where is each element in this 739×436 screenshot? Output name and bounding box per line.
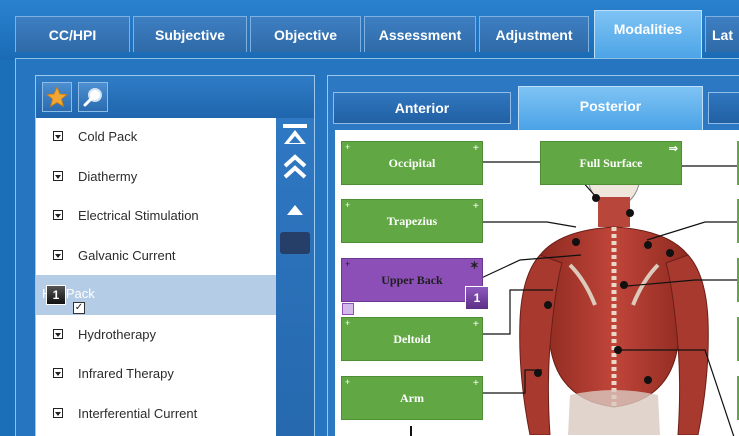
add-icon: + bbox=[345, 200, 351, 210]
list-item-hydrotherapy[interactable]: Hydrotherapy bbox=[36, 316, 276, 356]
add-icon: + bbox=[345, 318, 351, 328]
tab-anterior[interactable]: Anterior bbox=[333, 92, 511, 124]
region-label: Occipital bbox=[388, 155, 436, 170]
scroll-thumb[interactable] bbox=[280, 232, 310, 254]
region-label: Trapezius bbox=[386, 213, 438, 228]
scroll-up-icon[interactable] bbox=[286, 204, 304, 216]
arrow-right-icon: ⇒ bbox=[668, 143, 678, 155]
list-item-diathermy[interactable]: Diathermy bbox=[36, 158, 276, 198]
list-item-label: Cold Pack bbox=[78, 129, 138, 144]
tab-lat[interactable]: Lat bbox=[705, 16, 739, 52]
scroll-to-top-icon[interactable] bbox=[282, 124, 308, 146]
add-icon: + bbox=[472, 377, 479, 389]
expand-icon[interactable] bbox=[53, 250, 63, 260]
tab-modalities[interactable]: Modalities bbox=[594, 10, 702, 60]
region-label: Deltoid bbox=[393, 331, 431, 346]
modalities-list-panel: Cold Pack Diathermy Electrical Stimulati… bbox=[35, 75, 315, 436]
expand-icon[interactable] bbox=[53, 329, 63, 339]
list-item-electrical-stimulation[interactable]: Electrical Stimulation bbox=[36, 197, 276, 237]
add-icon: + bbox=[345, 259, 351, 269]
search-button[interactable] bbox=[78, 82, 108, 112]
list-item-label: Electrical Stimulation bbox=[78, 208, 199, 223]
list-item-label: Interferential Current bbox=[78, 406, 198, 421]
list-item-label: Galvanic Current bbox=[78, 248, 176, 263]
selected-checkbox[interactable]: ✓ bbox=[73, 302, 85, 314]
region-trapezius[interactable]: + + Trapezius bbox=[341, 199, 483, 243]
tab-adjustment[interactable]: Adjustment bbox=[479, 16, 589, 52]
list-item-label: Hydrotherapy bbox=[78, 327, 157, 342]
region-full-surface[interactable]: ⇒ Full Surface bbox=[540, 141, 682, 185]
page-up-icon[interactable] bbox=[282, 154, 308, 180]
list-item-hot-pack[interactable]: Hot Pack bbox=[36, 275, 276, 315]
region-arm[interactable]: + + Arm bbox=[341, 376, 483, 420]
add-icon: + bbox=[345, 377, 351, 387]
list-header bbox=[36, 76, 314, 118]
search-icon bbox=[83, 88, 102, 107]
region-label: Full Surface bbox=[579, 155, 643, 170]
region-label: Upper Back bbox=[381, 272, 443, 287]
list-item-label: Infrared Therapy bbox=[78, 366, 174, 381]
list-item-label: Diathermy bbox=[78, 169, 138, 184]
selected-count-badge: 1 bbox=[46, 285, 66, 305]
region-upper-back[interactable]: + ✶ Upper Back bbox=[341, 258, 483, 315]
add-icon: + bbox=[472, 318, 479, 330]
region-checkbox[interactable] bbox=[342, 303, 354, 315]
top-tab-bar: CC/HPI Subjective Objective Assessment A… bbox=[0, 0, 739, 60]
list-item-interferential-current[interactable]: Interferential Current bbox=[36, 395, 276, 435]
tab-assessment[interactable]: Assessment bbox=[364, 16, 476, 52]
list-scrollbar[interactable] bbox=[276, 118, 314, 436]
star-icon: ✶ bbox=[469, 260, 479, 272]
tab-more[interactable] bbox=[708, 92, 739, 124]
region-label: Arm bbox=[400, 390, 424, 405]
expand-icon[interactable] bbox=[53, 171, 63, 181]
region-occipital[interactable]: + + Occipital bbox=[341, 141, 483, 185]
favorites-button[interactable] bbox=[42, 82, 72, 112]
tab-subjective[interactable]: Subjective bbox=[133, 16, 247, 52]
tab-posterior[interactable]: Posterior bbox=[518, 86, 703, 131]
list-item-infrared-therapy[interactable]: Infrared Therapy bbox=[36, 355, 276, 395]
expand-icon[interactable] bbox=[53, 210, 63, 220]
list-item-cold-pack[interactable]: Cold Pack bbox=[36, 118, 276, 158]
upper-back-count-badge: 1 bbox=[465, 286, 489, 310]
tab-objective[interactable]: Objective bbox=[250, 16, 361, 52]
list-item-galvanic-current[interactable]: Galvanic Current bbox=[36, 237, 276, 277]
add-icon: + bbox=[345, 142, 351, 152]
star-icon bbox=[45, 85, 69, 108]
expand-icon[interactable] bbox=[53, 408, 63, 418]
expand-icon[interactable] bbox=[53, 131, 63, 141]
tab-cc-hpi[interactable]: CC/HPI bbox=[15, 16, 130, 52]
add-icon: + bbox=[472, 142, 479, 154]
region-deltoid[interactable]: + + Deltoid bbox=[341, 317, 483, 361]
add-icon: + bbox=[472, 200, 479, 212]
expand-icon[interactable] bbox=[53, 368, 63, 378]
